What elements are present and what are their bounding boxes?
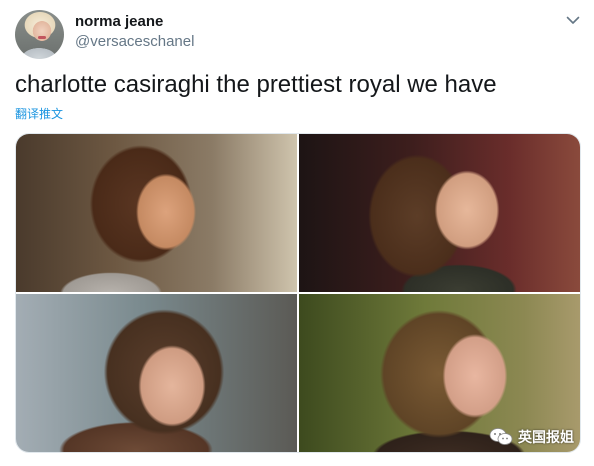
tweet-card: norma jeane @versaceschanel charlotte ca… (0, 0, 594, 466)
tweet-text: charlotte casiraghi the prettiest royal … (15, 71, 497, 98)
photo-3[interactable] (16, 294, 297, 452)
display-name[interactable]: norma jeane (75, 13, 163, 31)
photo-1[interactable] (16, 134, 297, 292)
wechat-icon (489, 427, 513, 447)
profile-avatar[interactable] (15, 10, 64, 59)
chevron-down-icon[interactable] (563, 10, 583, 30)
translate-tweet-link[interactable]: 翻译推文 (15, 106, 63, 122)
watermark: 英国报姐 (489, 427, 574, 447)
watermark-text: 英国报姐 (518, 429, 574, 445)
photo-2[interactable] (299, 134, 580, 292)
user-handle[interactable]: @versaceschanel (75, 33, 194, 51)
media-grid (15, 133, 581, 453)
